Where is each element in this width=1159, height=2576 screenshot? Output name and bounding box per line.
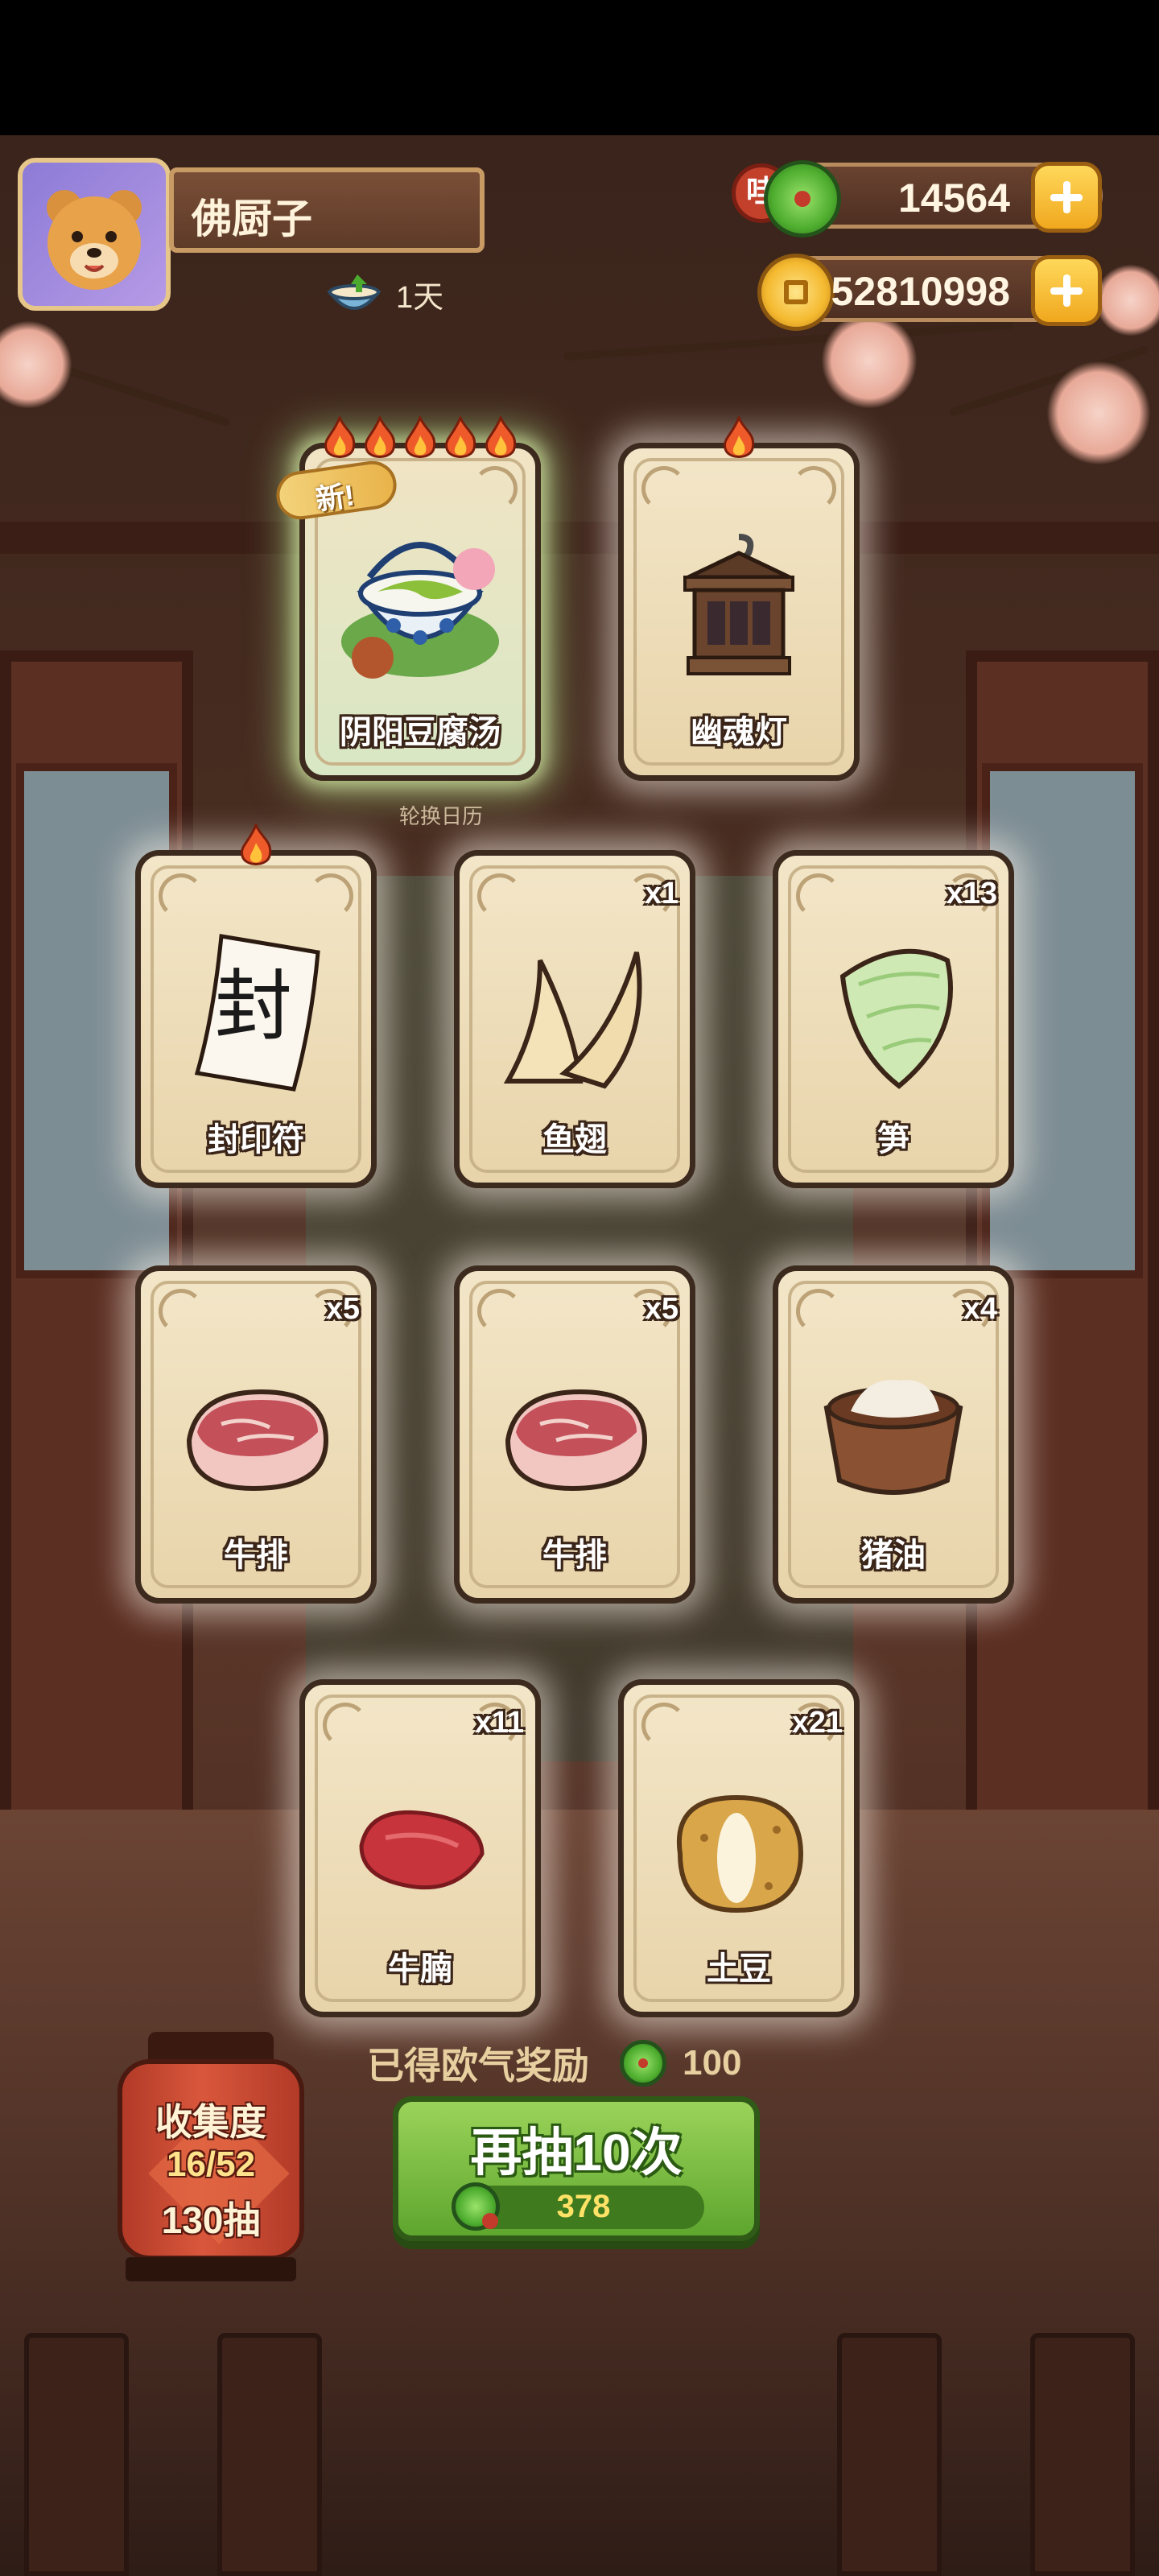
card-label: 牛排 [224, 1538, 288, 1573]
player-avatar[interactable] [18, 158, 171, 311]
player-name: 佛厨子 [192, 196, 312, 242]
card-beef-brisket[interactable]: x11 牛腩 [299, 1679, 541, 2017]
card-label: 猪油 [861, 1538, 926, 1573]
card-label: 牛排 [542, 1538, 607, 1573]
collection-title: 收集度 [155, 2101, 266, 2143]
card-ghost-lantern[interactable]: 幽魂灯 [618, 416, 860, 781]
status-bar [0, 0, 1159, 135]
roof-beam [0, 522, 1159, 554]
flame-icon [324, 416, 356, 458]
days-count: 1天 [396, 280, 444, 315]
flame-icon [485, 416, 517, 458]
collection-progress: 16/52 [166, 2145, 256, 2184]
card-count: x5 [325, 1292, 360, 1326]
blossom [1046, 361, 1151, 465]
jade-coin-icon [764, 160, 841, 237]
flame-icon [724, 416, 755, 458]
draw-again-button[interactable]: 再抽10次 378 [393, 2096, 760, 2241]
jade-coin-icon [620, 2040, 666, 2087]
talisman-icon: 封 [194, 934, 320, 1092]
rarity-flames [624, 416, 854, 463]
card-count: x13 [946, 877, 997, 910]
blossom [1095, 264, 1159, 336]
fence-post [24, 2333, 129, 2576]
flame-icon [405, 416, 436, 458]
reward-row: 已得欧气奖励 100 [367, 2037, 741, 2090]
board-caption: 轮换日历 [399, 804, 484, 828]
card-label: 幽魂灯 [691, 715, 787, 750]
svg-text:封: 封 [215, 961, 292, 1051]
gold-amount: 52810998 [831, 269, 1010, 314]
rarity-flames [141, 824, 371, 870]
flame-icon [445, 416, 476, 458]
rarity-flames [305, 416, 535, 463]
card-count: x11 [474, 1706, 524, 1740]
steak-icon [505, 1389, 648, 1492]
bear-avatar-icon [47, 190, 142, 290]
card-label: 土豆 [707, 1951, 771, 1987]
blossom [0, 320, 72, 409]
flame-icon [365, 416, 396, 458]
draw-cost: 378 [452, 2182, 704, 2231]
gold-currency-bar: 52810998 [757, 254, 1103, 331]
blossom [821, 312, 918, 409]
tofu-soup-icon [341, 542, 499, 679]
card-label: 牛腩 [388, 1951, 452, 1987]
card-count: x1 [644, 877, 678, 910]
jade-amount: 14564 [897, 175, 1010, 221]
fence-post [837, 2333, 942, 2576]
card-lard[interactable]: x4 猪油 [773, 1265, 1014, 1604]
card-count: x4 [963, 1292, 997, 1326]
lard-bowl-icon [823, 1380, 963, 1495]
collection-lantern[interactable]: 收集度 16/52 130抽 [109, 2032, 312, 2281]
card-label: 阴阳豆腐汤 [340, 715, 501, 750]
add-gold-button[interactable] [1031, 255, 1102, 326]
reward-amount: 100 [683, 2043, 742, 2083]
draw-button-label: 再抽10次 [470, 2124, 683, 2182]
card-bamboo-shoot[interactable]: x13 笋 [773, 850, 1014, 1188]
bowl-icon [326, 275, 382, 310]
card-label: 笋 [877, 1122, 909, 1158]
flame-icon [241, 824, 272, 865]
steak-icon [186, 1389, 329, 1492]
gold-coin-icon [757, 254, 835, 331]
player-name-plate: 佛厨子 [169, 167, 485, 253]
card-label: 封印符 [208, 1122, 304, 1158]
card-count: x21 [791, 1706, 843, 1740]
card-yinyang-tofu-soup[interactable]: 新! 阴阳豆腐汤 [273, 416, 541, 781]
collection-draws: 130抽 [161, 2199, 261, 2241]
bamboo-shoot-icon [839, 948, 953, 1089]
ghost-lantern-icon [683, 534, 794, 675]
reward-label: 已得欧气奖励 [367, 2045, 589, 2087]
add-jade-button[interactable] [1031, 162, 1102, 233]
draw-cost-amount: 378 [556, 2189, 611, 2224]
card-count: x5 [644, 1292, 678, 1326]
card-label: 鱼翅 [542, 1122, 607, 1158]
card-steak-2[interactable]: x5 牛排 [454, 1265, 695, 1604]
beef-brisket-icon [359, 1810, 485, 1890]
card-potato[interactable]: x21 土豆 [618, 1679, 860, 2017]
shark-fin-icon [503, 952, 642, 1089]
jade-currency-bar: 哇 14564 [732, 160, 1103, 237]
fence-post [1030, 2333, 1135, 2576]
card-seal-talisman[interactable]: 封 封印符 [135, 824, 377, 1188]
card-shark-fin[interactable]: x1 鱼翅 [454, 850, 695, 1188]
days-indicator: 1天 [325, 266, 443, 322]
card-steak-1[interactable]: x5 牛排 [135, 1265, 377, 1604]
fence-post [217, 2333, 322, 2576]
potato-icon [676, 1794, 804, 1913]
